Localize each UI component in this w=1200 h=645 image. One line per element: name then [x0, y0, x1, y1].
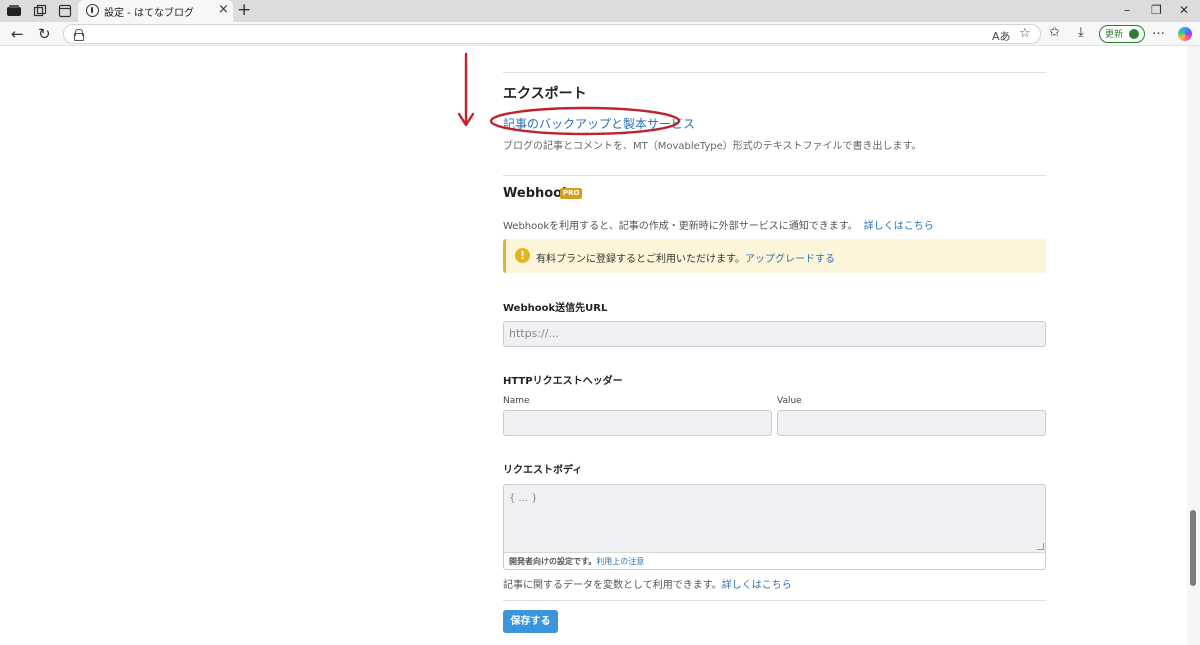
textarea-footer: 開発者向けの設定です。利用上の注意 — [504, 552, 1045, 569]
active-tab[interactable]: 設定 - はてなブログ × — [78, 0, 233, 22]
more-menu-icon[interactable]: … — [1152, 24, 1165, 38]
divider — [503, 72, 1046, 73]
developer-note-text: 開発者向けの設定です。 — [509, 557, 597, 566]
read-aloud-icon[interactable]: Aあ — [992, 28, 1011, 44]
webhook-description: Webhookを利用すると、記事の作成・更新時に外部サービスに通知できます。 詳し… — [503, 217, 934, 232]
variables-learn-more-link[interactable]: 詳しくはこちら — [722, 580, 792, 591]
developer-note: 開発者向けの設定です。利用上の注意 — [509, 556, 644, 567]
browser-tab-bar: 設定 - はてなブログ × + – ❐ ✕ — [0, 0, 1200, 22]
variables-description: 記事に関するデータを変数として利用できます。詳しくはこちら — [503, 576, 792, 591]
webhook-url-label: Webhook送信先URL — [503, 303, 608, 314]
minimize-button[interactable]: – — [1124, 3, 1130, 17]
divider — [503, 175, 1046, 176]
tab-title: 設定 - はてなブログ — [104, 8, 194, 19]
warning-icon: ! — [515, 248, 530, 263]
favorite-star-icon[interactable]: ☆ — [1019, 26, 1031, 41]
webhook-learn-more-link[interactable]: 詳しくはこちら — [864, 221, 934, 232]
annotation-arrow-icon — [458, 52, 474, 127]
vertical-tabs-icon[interactable] — [58, 4, 72, 18]
address-bar-row: ← ↻ Aあ ☆ ✩ ⤓ 更新 … — [0, 22, 1200, 46]
tab-close-icon[interactable]: × — [218, 2, 229, 18]
export-description: ブログの記事とコメントを、MT（MovableType）形式のテキストファイルで… — [503, 141, 922, 152]
hatena-favicon-icon — [86, 4, 99, 17]
request-body-label: リクエストボディ — [503, 465, 583, 476]
usage-notes-link[interactable]: 利用上の注意 — [596, 557, 644, 566]
downloads-icon[interactable]: ⤓ — [1078, 26, 1084, 40]
save-button[interactable]: 保存する — [503, 610, 558, 633]
http-headers-label: HTTPリクエストヘッダー — [503, 376, 623, 387]
update-button[interactable]: 更新 — [1099, 25, 1145, 43]
notice-message: 有料プランに登録するとご利用いただけます。 — [536, 254, 745, 265]
annotation-ellipse — [489, 106, 681, 136]
upgrade-link[interactable]: アップグレードする — [745, 254, 835, 265]
workspaces-icon[interactable] — [33, 4, 47, 18]
resize-grip-icon[interactable] — [1037, 543, 1044, 550]
copilot-icon[interactable] — [1178, 27, 1192, 41]
restore-button[interactable]: ❐ — [1151, 3, 1162, 17]
webhook-description-text: Webhookを利用すると、記事の作成・更新時に外部サービスに通知できます。 — [503, 221, 858, 232]
header-value-input[interactable] — [777, 410, 1046, 436]
header-value-label: Value — [777, 396, 802, 406]
lock-icon — [74, 29, 84, 41]
pro-badge: PRO — [560, 188, 583, 199]
close-window-button[interactable]: ✕ — [1179, 3, 1189, 17]
profile-icon[interactable] — [7, 4, 21, 18]
notice-text: 有料プランに登録するとご利用いただけます。アップグレードする — [536, 250, 835, 265]
webhook-url-input[interactable]: https://... — [503, 321, 1046, 347]
scrollbar-thumb[interactable] — [1190, 510, 1196, 586]
divider — [503, 600, 1046, 601]
new-tab-button[interactable]: + — [237, 0, 251, 20]
back-button[interactable]: ← — [11, 25, 24, 43]
header-name-input[interactable] — [503, 410, 772, 436]
update-status-icon — [1129, 29, 1139, 39]
url-input[interactable]: Aあ ☆ — [63, 24, 1041, 44]
header-name-label: Name — [503, 396, 530, 406]
favorites-icon[interactable]: ✩ — [1049, 26, 1060, 40]
reload-button[interactable]: ↻ — [38, 25, 51, 43]
update-label: 更新 — [1105, 30, 1124, 40]
export-heading: エクスポート — [503, 86, 587, 102]
paid-plan-notice: ! 有料プランに登録するとご利用いただけます。アップグレードする — [503, 239, 1046, 273]
variables-text: 記事に関するデータを変数として利用できます。 — [503, 580, 722, 591]
